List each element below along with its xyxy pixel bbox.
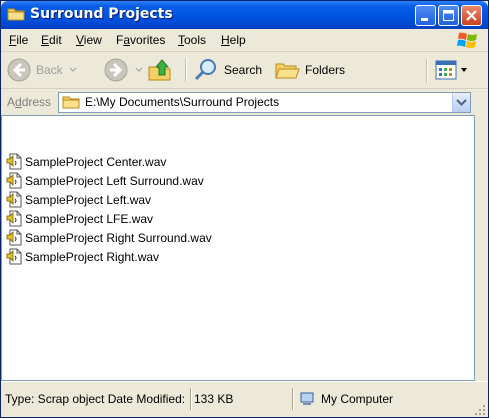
file-name: SampleProject Center.wav [25, 154, 167, 169]
file-list-item[interactable]: SampleProject Left Surround.wav [2, 171, 204, 190]
file-name: SampleProject Right Surround.wav [25, 230, 212, 245]
chevron-down-icon [135, 67, 143, 72]
wave-file-icon [6, 172, 22, 189]
file-list-item[interactable]: SampleProject Center.wav [2, 152, 166, 171]
address-dropdown-button[interactable] [452, 93, 470, 112]
menu-bar: File Edit View Favorites Tools Help [1, 29, 488, 52]
window-frame-strip [475, 115, 488, 381]
up-folder-button[interactable] [146, 55, 174, 85]
wave-file-icon [6, 153, 22, 170]
chevron-down-icon [461, 68, 467, 72]
views-icon [435, 60, 457, 80]
title-bar[interactable]: Surround Projects [1, 1, 488, 29]
windows-logo-icon [457, 32, 477, 48]
wave-file-icon [6, 210, 22, 227]
file-list-item[interactable]: SampleProject Right.wav [2, 247, 159, 266]
up-folder-icon [148, 59, 171, 81]
wave-file-icon [6, 229, 22, 246]
back-label: Back [36, 63, 63, 77]
maximize-button[interactable] [438, 5, 459, 26]
file-name: SampleProject Left Surround.wav [25, 173, 204, 188]
explorer-window: Surround Projects File Edit View Favorit… [0, 0, 489, 418]
forward-button[interactable] [103, 55, 144, 85]
standard-toolbar: Back Search Folders [1, 52, 488, 89]
file-list-item[interactable]: SampleProject LFE.wav [2, 209, 153, 228]
close-icon [466, 10, 477, 21]
wave-file-icon [6, 191, 22, 208]
folders-icon [275, 63, 300, 79]
menu-edit[interactable]: Edit [41, 33, 62, 47]
toolbar-separator [426, 58, 428, 82]
status-divider [190, 388, 192, 410]
folders-button[interactable]: Folders [273, 55, 345, 85]
status-zone-label: My Computer [321, 392, 394, 406]
menu-view[interactable]: View [76, 33, 102, 47]
my-computer-icon [300, 392, 314, 405]
status-description: Type: Scrap object Date Modified: 5/21/2… [5, 392, 188, 406]
close-button[interactable] [461, 5, 482, 26]
back-button[interactable]: Back [6, 55, 78, 85]
status-bar: Type: Scrap object Date Modified: 5/21/2… [1, 381, 488, 417]
menu-favorites[interactable]: Favorites [116, 33, 165, 47]
folder-icon [62, 96, 80, 109]
maximize-icon [443, 10, 454, 21]
file-name: SampleProject Right.wav [25, 249, 160, 264]
chevron-down-icon [69, 67, 77, 72]
menu-tools[interactable]: Tools [178, 33, 206, 47]
wave-file-icon [6, 248, 22, 265]
forward-arrow-icon [104, 58, 128, 82]
views-button[interactable] [434, 55, 468, 85]
menu-help[interactable]: Help [221, 33, 246, 47]
search-label: Search [224, 63, 263, 77]
search-button[interactable]: Search [193, 55, 262, 85]
minimize-icon [421, 18, 428, 21]
status-divider [292, 388, 294, 410]
menu-file[interactable]: File [9, 33, 28, 47]
toolbar-separator [185, 58, 187, 82]
address-label: Address [7, 95, 52, 109]
search-icon [194, 59, 216, 81]
minimize-button[interactable] [415, 5, 436, 26]
folder-icon [7, 8, 25, 21]
resize-grip-icon[interactable] [474, 404, 486, 416]
folders-label: Folders [305, 63, 346, 77]
chevron-down-icon [456, 99, 467, 106]
status-zone: My Computer [299, 388, 469, 410]
file-list-item[interactable]: SampleProject Left.wav [2, 190, 151, 209]
address-path[interactable]: E:\My Documents\Surround Projects [85, 95, 279, 109]
file-name: SampleProject Left.wav [25, 192, 152, 207]
status-size: 133 KB [194, 392, 234, 406]
address-field[interactable]: E:\My Documents\Surround Projects [58, 92, 471, 113]
file-list-item[interactable]: SampleProject Right Surround.wav [2, 228, 212, 247]
address-bar: Address E:\My Documents\Surround Project… [1, 89, 488, 116]
file-list[interactable]: SampleProject Center.wav SampleProject Le… [1, 115, 475, 381]
window-title: Surround Projects [30, 6, 173, 22]
file-name: SampleProject LFE.wav [25, 211, 154, 226]
back-arrow-icon [7, 58, 31, 82]
